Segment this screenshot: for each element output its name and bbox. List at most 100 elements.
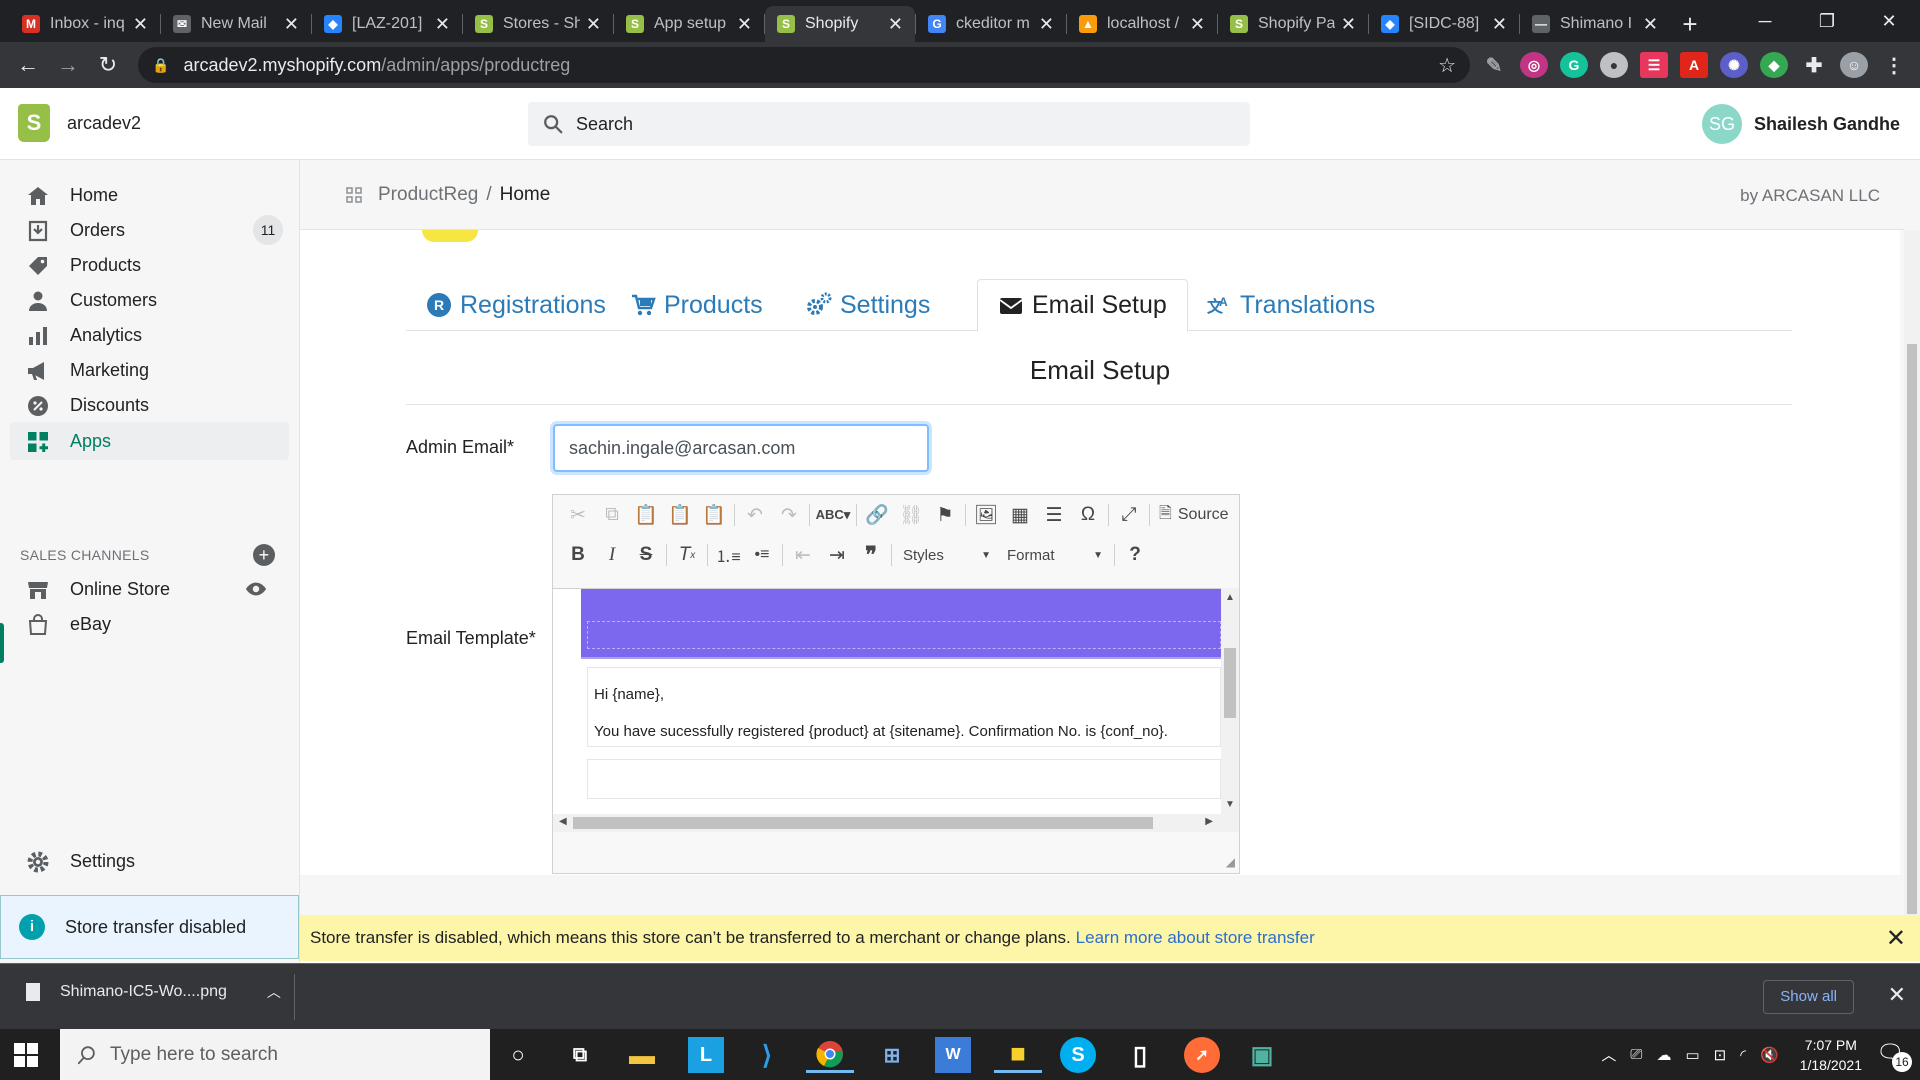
close-tab-icon[interactable]: ✕ xyxy=(284,14,299,35)
vscode-icon[interactable]: ⟩ xyxy=(749,1037,785,1073)
network-app-icon[interactable]: ⊞ xyxy=(874,1037,910,1073)
close-tab-icon[interactable]: ✕ xyxy=(1492,14,1507,35)
sidebar-item-home[interactable]: Home xyxy=(10,176,289,214)
scroll-up-icon[interactable]: ▲ xyxy=(1221,592,1239,603)
todo-extension-icon[interactable]: ☰ xyxy=(1640,52,1668,78)
sidebar-item-ebay[interactable]: eBay xyxy=(10,605,289,643)
link-icon[interactable]: 🔗 xyxy=(860,500,894,530)
close-tab-icon[interactable]: ✕ xyxy=(1341,14,1356,35)
cut-icon[interactable]: ✂ xyxy=(561,500,595,530)
close-tab-icon[interactable]: ✕ xyxy=(1190,14,1205,35)
sidebar-item-customers[interactable]: Customers xyxy=(10,281,289,319)
scroll-thumb[interactable] xyxy=(1224,648,1236,718)
shopify-logo-icon[interactable]: S xyxy=(18,104,50,142)
record-extension-icon[interactable]: ● xyxy=(1600,52,1628,78)
chrome-icon[interactable] xyxy=(806,1037,854,1073)
scroll-right-icon[interactable]: ▶ xyxy=(1205,816,1213,827)
sidebar-item-discounts[interactable]: Discounts xyxy=(10,386,289,424)
spark-extension-icon[interactable]: ✺ xyxy=(1720,52,1748,78)
image-icon[interactable]: 🖼 xyxy=(969,500,1003,530)
blockquote-icon[interactable]: ❞ xyxy=(854,540,888,570)
clock[interactable]: 7:07 PM 1/18/2021 xyxy=(1800,1035,1862,1075)
color-extension-icon[interactable]: ◆ xyxy=(1760,52,1788,78)
outdent-icon[interactable]: ⇤ xyxy=(786,540,820,570)
help-icon[interactable]: ? xyxy=(1118,540,1152,570)
table-icon[interactable]: ▦ xyxy=(1003,500,1037,530)
strikethrough-icon[interactable]: S xyxy=(629,540,663,570)
spellcheck-icon[interactable]: ABC▾ xyxy=(813,500,853,530)
url-bar[interactable]: 🔒 arcadev2.myshopify.com/admin/apps/prod… xyxy=(138,47,1470,83)
close-tab-icon[interactable]: ✕ xyxy=(133,14,148,35)
pen-extension-icon[interactable]: ✎ xyxy=(1480,52,1508,78)
remove-format-icon[interactable]: Tx xyxy=(670,540,704,570)
admin-email-field[interactable] xyxy=(553,424,929,472)
puzzle-extensions-icon[interactable]: ✚ xyxy=(1800,52,1828,78)
redo-icon[interactable]: ↷ xyxy=(772,500,806,530)
forward-button[interactable]: → xyxy=(48,52,88,78)
user-menu[interactable]: SG Shailesh Gandhe xyxy=(1701,104,1900,144)
browser-tab[interactable]: S Shopify Pa ✕ xyxy=(1218,6,1368,42)
copy-icon[interactable]: ⧉ xyxy=(595,500,629,530)
app-window-icon[interactable]: ▣ xyxy=(1244,1037,1280,1073)
close-tab-icon[interactable]: ✕ xyxy=(586,14,601,35)
minimize-button[interactable]: ─ xyxy=(1734,0,1796,42)
close-tab-icon[interactable]: ✕ xyxy=(737,14,752,35)
tab-products[interactable]: Products xyxy=(630,279,763,331)
browser-tab[interactable]: ◆ [LAZ-201] ✕ xyxy=(312,6,462,42)
email-body-block[interactable]: Hi {name}, You have sucessfully register… xyxy=(587,667,1221,747)
new-tab-button[interactable]: + xyxy=(1670,6,1710,42)
bold-icon[interactable]: B xyxy=(561,540,595,570)
maximize-icon[interactable]: ⤢ xyxy=(1112,500,1146,530)
bookmark-star-icon[interactable]: ☆ xyxy=(1438,53,1456,78)
chevron-up-icon[interactable]: ︿ xyxy=(267,982,281,1002)
close-tab-icon[interactable]: ✕ xyxy=(435,14,450,35)
close-icon[interactable]: ✕ xyxy=(1888,982,1906,1008)
reload-button[interactable]: ↻ xyxy=(88,52,128,78)
close-tab-icon[interactable]: ✕ xyxy=(1643,14,1658,35)
sidebar-item-settings[interactable]: Settings xyxy=(10,842,289,880)
lync-app-icon[interactable]: L xyxy=(688,1037,724,1073)
italic-icon[interactable]: I xyxy=(595,540,629,570)
instagram-extension-icon[interactable]: ◎ xyxy=(1520,52,1548,78)
pdf-extension-icon[interactable]: A xyxy=(1680,52,1708,78)
profile-avatar-icon[interactable]: ☺ xyxy=(1840,52,1868,78)
admin-search-input[interactable]: Search xyxy=(528,102,1250,146)
browser-tab[interactable]: S Shopify ✕ xyxy=(765,6,915,42)
browser-tab[interactable]: S App setup ✕ xyxy=(614,6,764,42)
browser-tab[interactable]: M Inbox - inq ✕ xyxy=(10,6,160,42)
source-button[interactable]: 🗎 Source xyxy=(1153,502,1235,529)
wifi-icon[interactable]: ◜ xyxy=(1740,1046,1746,1064)
display-icon[interactable]: ⊡ xyxy=(1714,1046,1727,1064)
horizontal-rule-icon[interactable]: ☰ xyxy=(1037,500,1071,530)
resize-handle-icon[interactable]: ◢ xyxy=(1226,855,1235,869)
windows-start-icon[interactable] xyxy=(14,1043,38,1067)
chevron-up-icon[interactable]: ︿ xyxy=(1601,1044,1616,1065)
close-tab-icon[interactable]: ✕ xyxy=(888,14,903,35)
format-dropdown[interactable]: Format ▼ xyxy=(999,541,1111,569)
wordweb-icon[interactable]: W xyxy=(935,1037,971,1073)
sticky-notes-icon[interactable]: ■ xyxy=(994,1037,1042,1073)
numbered-list-icon[interactable]: ⒈≡ xyxy=(711,540,745,570)
add-channel-icon[interactable]: + xyxy=(253,544,275,566)
sidebar-item-marketing[interactable]: Marketing xyxy=(10,351,289,389)
undo-icon[interactable]: ↶ xyxy=(738,500,772,530)
sidebar-item-online-store[interactable]: Online Store xyxy=(10,570,289,608)
editor-horizontal-scrollbar[interactable]: ◀ ▶ xyxy=(553,814,1239,832)
browser-tab[interactable]: S Stores - Sh ✕ xyxy=(463,6,613,42)
restore-button[interactable]: ❐ xyxy=(1796,0,1858,42)
page-scrollbar[interactable] xyxy=(1904,230,1920,915)
battery-icon[interactable]: ▭ xyxy=(1685,1046,1699,1064)
postman-icon[interactable]: ➚ xyxy=(1184,1037,1220,1073)
indent-icon[interactable]: ⇥ xyxy=(820,540,854,570)
notification-center-icon[interactable]: 🗨 16 xyxy=(1876,1040,1912,1072)
scroll-down-icon[interactable]: ▼ xyxy=(1221,799,1239,810)
breadcrumb-app[interactable]: ProductReg xyxy=(378,184,478,206)
sidebar-item-products[interactable]: Products xyxy=(10,246,289,284)
sidebar-item-apps[interactable]: Apps xyxy=(10,422,289,460)
browser-tab[interactable]: ✉ New Mail ✕ xyxy=(161,6,311,42)
browser-tab[interactable]: ▲ localhost / ✕ xyxy=(1067,6,1217,42)
scroll-thumb[interactable] xyxy=(573,817,1153,829)
styles-dropdown[interactable]: Styles ▼ xyxy=(895,541,999,569)
file-explorer-icon[interactable]: ▬ xyxy=(624,1037,660,1073)
paste-icon[interactable]: 📋 xyxy=(629,500,663,530)
